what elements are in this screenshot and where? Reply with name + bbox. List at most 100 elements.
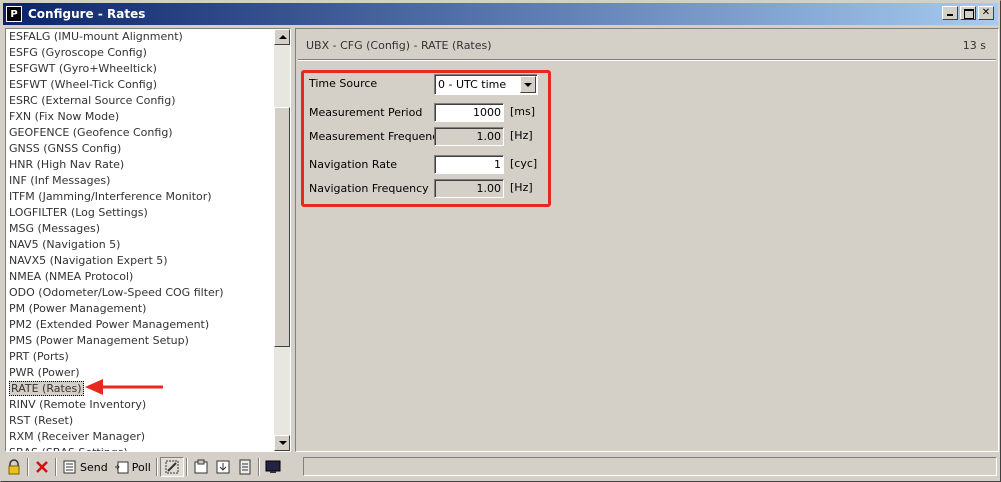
config-panel: UBX - CFG (Config) - RATE (Rates) 13 s T… bbox=[295, 28, 999, 452]
measurement-frequency-label: Measurement Frequency bbox=[309, 130, 445, 143]
close-button[interactable]: ✕ bbox=[978, 6, 994, 20]
save-config-icon bbox=[216, 460, 230, 474]
message-list-item-label: RATE (Rates) bbox=[9, 381, 84, 396]
message-list-item-label: GEOFENCE (Geofence Config) bbox=[9, 126, 173, 139]
list-scrollbar[interactable] bbox=[274, 29, 290, 451]
lock-button[interactable] bbox=[3, 457, 25, 477]
message-list-item-label: FXN (Fix Now Mode) bbox=[9, 110, 120, 123]
navigation-rate-unit: [cyc] bbox=[510, 157, 538, 170]
message-list-item-label: PMS (Power Management Setup) bbox=[9, 334, 189, 347]
document-icon bbox=[239, 459, 251, 475]
toolbar-separator bbox=[155, 458, 158, 476]
message-list-item[interactable]: PMS (Power Management Setup) bbox=[8, 333, 274, 349]
load-config-icon bbox=[194, 459, 208, 474]
message-list-item-label: NAVX5 (Navigation Expert 5) bbox=[9, 254, 168, 267]
window-controls: ✕ bbox=[940, 6, 994, 20]
time-source-value: 0 - UTC time bbox=[438, 78, 507, 91]
toolbar-separator bbox=[55, 458, 57, 476]
navigation-rate-input[interactable]: 1 bbox=[434, 155, 504, 174]
panel-header: UBX - CFG (Config) - RATE (Rates) bbox=[306, 39, 492, 52]
measurement-period-input[interactable]: 1000 bbox=[434, 103, 504, 122]
message-list-item-label: MSG (Messages) bbox=[9, 222, 101, 235]
red-arrow-annotation bbox=[85, 379, 163, 395]
auto-poll-button[interactable] bbox=[159, 457, 184, 477]
message-list-item-label: ESRC (External Source Config) bbox=[9, 94, 176, 107]
message-list-item[interactable]: ODO (Odometer/Low-Speed COG filter) bbox=[8, 285, 274, 301]
time-source-select[interactable]: 0 - UTC time bbox=[434, 74, 538, 95]
message-list-item-label: ODO (Odometer/Low-Speed COG filter) bbox=[9, 286, 224, 299]
message-list-item-label: GNSS (GNSS Config) bbox=[9, 142, 122, 155]
message-list-item[interactable]: ESRC (External Source Config) bbox=[8, 93, 274, 109]
poll-icon bbox=[114, 461, 129, 474]
message-list-item[interactable]: ESFGWT (Gyro+Wheeltick) bbox=[8, 61, 274, 77]
scroll-thumb[interactable] bbox=[274, 107, 290, 347]
message-list-item-label: ESFGWT (Gyro+Wheeltick) bbox=[9, 62, 157, 75]
message-list-item-label: HNR (High Nav Rate) bbox=[9, 158, 125, 171]
navigation-frequency-value: 1.00 bbox=[434, 179, 504, 198]
status-box bbox=[303, 457, 997, 476]
message-list-item[interactable]: GEOFENCE (Geofence Config) bbox=[8, 125, 274, 141]
message-list-item[interactable]: ESFWT (Wheel-Tick Config) bbox=[8, 77, 274, 93]
panel-timer: 13 s bbox=[962, 39, 986, 52]
arrow-down-icon bbox=[279, 441, 287, 445]
message-list-item[interactable]: MSG (Messages) bbox=[8, 221, 274, 237]
scroll-up-button[interactable] bbox=[274, 29, 290, 45]
panel-divider bbox=[298, 59, 996, 61]
message-list-item[interactable]: PM2 (Extended Power Management) bbox=[8, 317, 274, 333]
navigation-rate-label: Navigation Rate bbox=[309, 158, 398, 171]
measurement-period-unit: [ms] bbox=[510, 105, 536, 118]
document-button[interactable] bbox=[234, 457, 256, 477]
message-list-item[interactable]: PRT (Ports) bbox=[8, 349, 274, 365]
message-list-item[interactable]: NAVX5 (Navigation Expert 5) bbox=[8, 253, 274, 269]
save-button[interactable] bbox=[212, 457, 234, 477]
message-list-item-label: ITFM (Jamming/Interference Monitor) bbox=[9, 190, 212, 203]
message-list-item-label: RINV (Remote Inventory) bbox=[9, 398, 147, 411]
monitor-button[interactable] bbox=[262, 457, 284, 477]
maximize-button[interactable] bbox=[960, 6, 976, 20]
scroll-down-button[interactable] bbox=[274, 435, 290, 451]
measurement-frequency-value: 1.00 bbox=[434, 127, 504, 146]
arrow-up-icon bbox=[279, 35, 287, 39]
red-x-icon bbox=[36, 461, 48, 473]
message-list-item[interactable]: ITFM (Jamming/Interference Monitor) bbox=[8, 189, 274, 205]
message-list-item[interactable]: LOGFILTER (Log Settings) bbox=[8, 205, 274, 221]
message-list-item[interactable]: ESFALG (IMU-mount Alignment) bbox=[8, 29, 274, 45]
message-list-item[interactable]: INF (Inf Messages) bbox=[8, 173, 274, 189]
message-list-item[interactable]: PM (Power Management) bbox=[8, 301, 274, 317]
message-list-item[interactable]: RXM (Receiver Manager) bbox=[8, 429, 274, 445]
message-list-item-label: PWR (Power) bbox=[9, 366, 80, 379]
revert-button[interactable] bbox=[31, 457, 53, 477]
monitor-icon bbox=[265, 460, 281, 473]
time-source-label: Time Source bbox=[309, 77, 378, 90]
message-list-item[interactable]: FXN (Fix Now Mode) bbox=[8, 109, 274, 125]
load-button[interactable] bbox=[190, 457, 212, 477]
window-title: Configure - Rates bbox=[28, 7, 146, 21]
bottom-toolbar: Send Poll bbox=[3, 455, 998, 479]
message-list-item-label: NAV5 (Navigation 5) bbox=[9, 238, 121, 251]
message-list-item-label: ESFALG (IMU-mount Alignment) bbox=[9, 30, 183, 43]
send-icon bbox=[63, 460, 76, 474]
poll-button[interactable]: Poll bbox=[111, 457, 154, 477]
message-list-item-label: INF (Inf Messages) bbox=[9, 174, 111, 187]
message-list-item-label: RST (Reset) bbox=[9, 414, 74, 427]
message-list-item-label: PM2 (Extended Power Management) bbox=[9, 318, 210, 331]
message-list-item-label: SBAS (SBAS Settings) bbox=[9, 446, 128, 451]
message-list-item[interactable]: HNR (High Nav Rate) bbox=[8, 157, 274, 173]
dropdown-button[interactable] bbox=[520, 76, 536, 93]
message-list-item[interactable]: RINV (Remote Inventory) bbox=[8, 397, 274, 413]
measurement-frequency-unit: [Hz] bbox=[510, 129, 533, 142]
navigation-frequency-unit: [Hz] bbox=[510, 181, 533, 194]
navigation-frequency-label: Navigation Frequency bbox=[309, 182, 429, 195]
message-list-item[interactable]: RST (Reset) bbox=[8, 413, 274, 429]
message-list-item-label: LOGFILTER (Log Settings) bbox=[9, 206, 148, 219]
send-button[interactable]: Send bbox=[59, 457, 111, 477]
message-list-item[interactable]: ESFG (Gyroscope Config) bbox=[8, 45, 274, 61]
message-list-item[interactable]: NAV5 (Navigation 5) bbox=[8, 237, 274, 253]
minimize-button[interactable] bbox=[942, 6, 958, 20]
poll-label: Poll bbox=[131, 460, 151, 474]
title-bar[interactable]: P Configure - Rates ✕ bbox=[3, 3, 998, 25]
message-list-item[interactable]: NMEA (NMEA Protocol) bbox=[8, 269, 274, 285]
message-list-item[interactable]: SBAS (SBAS Settings) bbox=[8, 445, 274, 451]
magic-wand-icon bbox=[165, 460, 179, 474]
message-list-item[interactable]: GNSS (GNSS Config) bbox=[8, 141, 274, 157]
